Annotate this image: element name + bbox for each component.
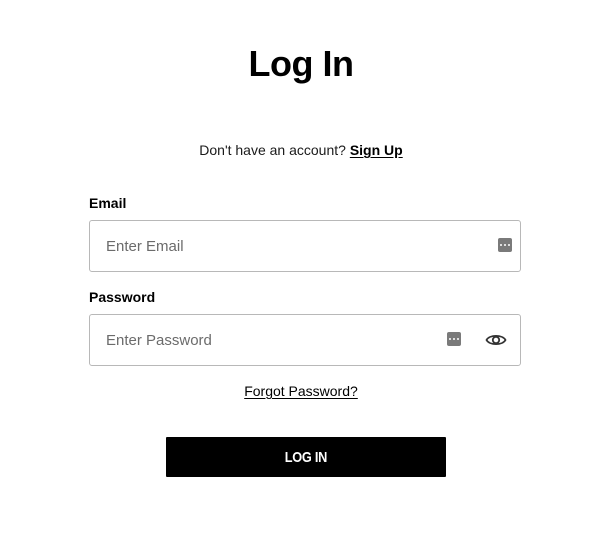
password-label: Password [89,289,156,305]
email-label: Email [89,195,127,211]
signup-prompt-text: Don't have an account? [199,142,346,158]
email-field-container [89,220,521,272]
password-manager-icon[interactable] [498,238,512,252]
sign-up-link[interactable]: Sign Up [350,142,403,158]
password-input[interactable] [106,315,446,365]
forgot-password-link[interactable]: Forgot Password? [244,383,358,399]
forgot-password-row: Forgot Password? [0,382,602,400]
signup-prompt: Don't have an account? Sign Up [0,141,602,159]
page-title: Log In [248,43,354,84]
log-in-button[interactable]: LOG IN [166,437,446,477]
log-in-button-label: LOG IN [284,448,328,466]
eye-icon[interactable] [485,331,507,349]
password-manager-icon[interactable] [447,332,461,346]
email-input[interactable] [106,221,446,271]
password-field-container [89,314,521,366]
